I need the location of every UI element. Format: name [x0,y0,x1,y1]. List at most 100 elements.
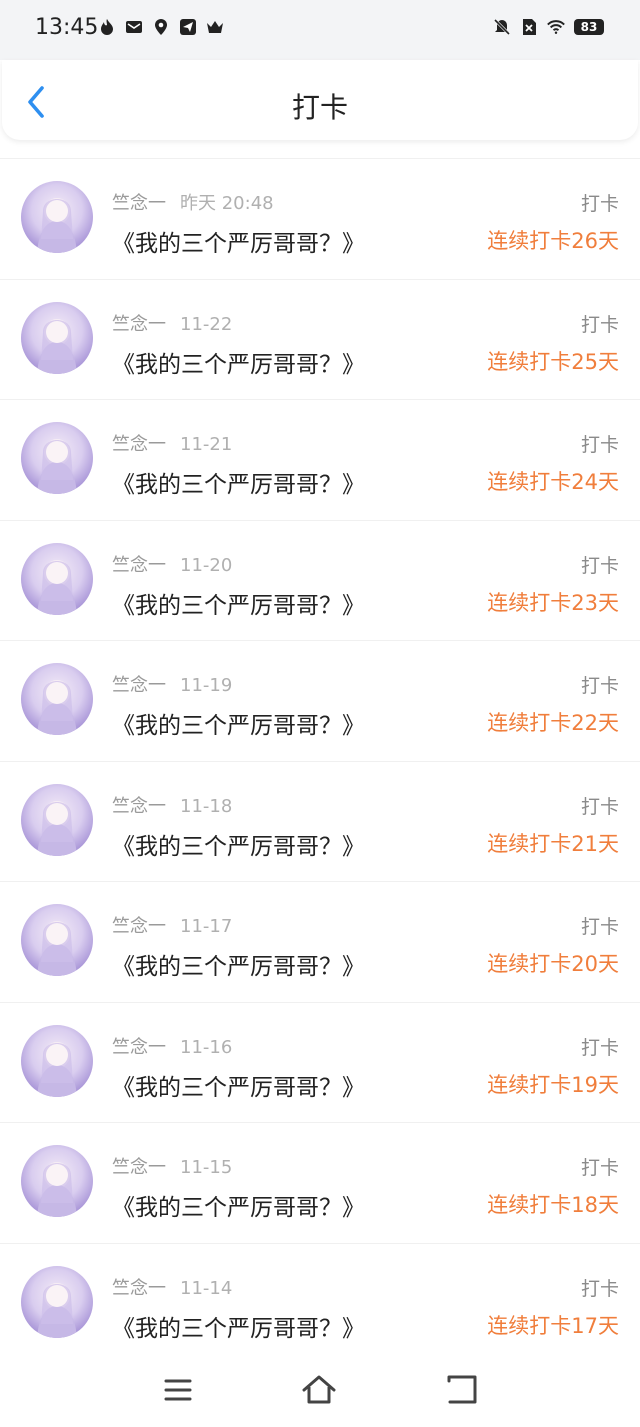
list-item[interactable]: 竺念一 11-18 《我的三个严厉哥哥？》 打卡 连续打卡21天 [0,760,640,882]
list-item[interactable]: 竺念一 昨天 20:48 《我的三个严厉哥哥？》 打卡 连续打卡26天 [0,158,640,279]
checkin-type: 打卡 [580,1036,619,1059]
checkin-type: 打卡 [580,916,619,938]
mute-bell-icon [493,18,511,36]
user-name: 竺念一 [112,434,166,455]
list-item[interactable]: 竺念一 11-21 《我的三个严厉哥哥？》 打卡 连续打卡24天 [0,399,640,520]
crown-icon [206,18,224,36]
item-meta: 竺念一 11-18 [112,792,232,818]
avatar [21,1024,93,1097]
list-item[interactable]: 竺念一 11-19 《我的三个严厉哥哥？》 打卡 连续打卡22天 [0,640,640,761]
list-item[interactable]: 竺念一 11-20 《我的三个严厉哥哥？》 打卡 连续打卡23天 [0,519,640,641]
back-icon [447,1375,477,1404]
checkin-type: 打卡 [580,313,619,336]
battery-icon: 83 [574,19,604,35]
item-meta: 竺念一 11-21 [112,430,232,456]
streak-label: 连续打卡24天 [487,470,619,494]
checkin-time: 11-18 [180,795,233,817]
home-button[interactable] [301,1372,337,1408]
streak-label: 连续打卡21天 [487,831,619,856]
checkin-list: 竺念一 昨天 20:48 《我的三个严厉哥哥？》 打卡 连续打卡26天 竺念一 11… [0,158,640,1363]
checkin-type: 打卡 [580,554,619,577]
checkin-time: 昨天 20:48 [180,193,274,214]
sim-off-icon [520,18,538,36]
avatar [21,1145,93,1217]
system-icons: 83 [493,18,604,36]
checkin-type: 打卡 [580,675,619,697]
list-item[interactable]: 竺念一 11-17 《我的三个严厉哥哥？》 打卡 连续打卡20天 [0,881,640,1002]
streak-label: 连续打卡22天 [487,711,619,735]
home-icon [302,1375,336,1404]
list-item[interactable]: 竺念一 11-16 《我的三个严厉哥哥？》 打卡 连续打卡19天 [0,1001,640,1123]
menu-button[interactable] [160,1372,196,1408]
checkin-screen: 13:45 83 打卡 竺念一 昨天 20:48 《我的三个严厉哥哥？》 打卡 … [0,0,640,1427]
item-meta: 竺念一 11-17 [112,912,232,938]
user-name: 竺念一 [112,313,166,335]
book-title: 《我的三个严厉哥哥？》 [112,231,365,257]
user-name: 竺念一 [112,675,166,696]
location-pin-icon [152,18,170,36]
book-title: 《我的三个严厉哥哥？》 [112,351,365,378]
wifi-icon [547,18,565,36]
item-meta: 竺念一 昨天 20:48 [112,189,274,215]
item-meta: 竺念一 11-19 [112,671,232,697]
list-item[interactable]: 竺念一 11-15 《我的三个严厉哥哥？》 打卡 连续打卡18天 [0,1122,640,1243]
checkin-type: 打卡 [580,1157,619,1179]
user-name: 竺念一 [112,1157,166,1178]
item-meta: 竺念一 11-15 [112,1153,232,1179]
checkin-time: 11-20 [180,554,233,576]
book-title: 《我的三个严厉哥哥？》 [112,1315,365,1342]
streak-label: 连续打卡26天 [487,229,619,253]
item-meta: 竺念一 11-14 [112,1274,232,1300]
item-meta: 竺念一 11-22 [112,310,232,336]
mail-icon [125,18,143,36]
list-item[interactable]: 竺念一 11-14 《我的三个严厉哥哥？》 打卡 连续打卡17天 [0,1242,640,1364]
book-title: 《我的三个严厉哥哥？》 [112,472,365,498]
user-name: 竺念一 [112,193,166,214]
book-title: 《我的三个严厉哥哥？》 [112,954,365,980]
user-name: 竺念一 [112,916,166,937]
checkin-type: 打卡 [580,795,619,818]
send-icon [179,18,197,36]
book-title: 《我的三个严厉哥哥？》 [112,833,365,860]
book-title: 《我的三个严厉哥哥？》 [112,1195,365,1221]
book-title: 《我的三个严厉哥哥？》 [112,592,365,619]
checkin-time: 11-15 [180,1157,233,1178]
checkin-type: 打卡 [580,193,619,215]
checkin-type: 打卡 [580,1277,619,1300]
book-title: 《我的三个严厉哥哥？》 [112,1074,365,1101]
avatar [21,904,93,976]
item-meta: 竺念一 11-20 [112,551,232,577]
checkin-time: 11-19 [180,675,233,696]
streak-label: 连续打卡20天 [487,952,619,976]
user-name: 竺念一 [112,1277,166,1299]
user-name: 竺念一 [112,554,166,576]
avatar [21,542,93,615]
checkin-time: 11-21 [180,434,233,455]
checkin-time: 11-14 [180,1277,233,1299]
checkin-time: 11-16 [180,1036,233,1058]
page-header: 打卡 [2,60,638,140]
avatar [21,181,93,253]
status-time: 13:45 [35,15,99,40]
avatar [21,663,93,735]
user-name: 竺念一 [112,795,166,817]
back-nav-button[interactable] [444,1372,480,1408]
list-item[interactable]: 竺念一 11-22 《我的三个严厉哥哥？》 打卡 连续打卡25天 [0,278,640,400]
item-meta: 竺念一 11-16 [112,1033,232,1059]
page-title: 打卡 [291,91,348,124]
status-bar: 13:45 83 [0,0,640,60]
avatar [21,422,93,494]
system-nav-bar [0,1352,640,1427]
checkin-time: 11-22 [180,313,233,335]
notification-icons [98,18,224,36]
avatar [21,301,93,374]
streak-label: 连续打卡23天 [487,590,619,615]
streak-label: 连续打卡19天 [487,1072,619,1097]
streak-label: 连续打卡18天 [487,1193,619,1217]
user-name: 竺念一 [112,1036,166,1058]
avatar [21,1265,93,1338]
book-title: 《我的三个严厉哥哥？》 [112,713,365,739]
menu-icon [164,1379,192,1401]
streak-label: 连续打卡25天 [487,349,619,374]
checkin-time: 11-17 [180,916,233,937]
